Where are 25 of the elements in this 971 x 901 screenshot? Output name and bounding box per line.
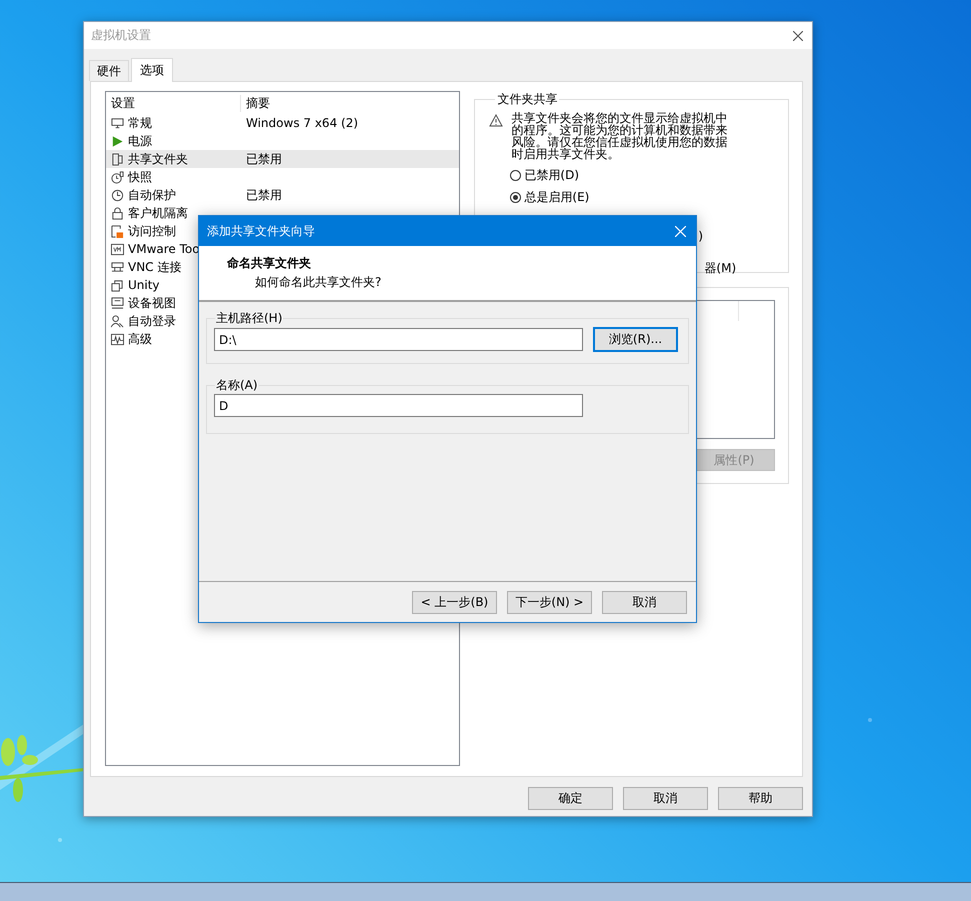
window-title: 虚拟机设置 bbox=[91, 27, 151, 44]
setting-name: Unity bbox=[128, 278, 160, 292]
setting-name: 快照 bbox=[128, 168, 152, 186]
setting-name: 常规 bbox=[128, 114, 152, 132]
setting-name: 高级 bbox=[128, 330, 152, 348]
warning-text: 共享文件夹会将您的文件显示给虚拟机中的程序。这可能为您的计算机和数据带来风险。请仅在您信任虚拟机使用您的数据时启用共享文件夹。 bbox=[511, 112, 728, 160]
setting-name: 客户机隔离 bbox=[128, 204, 188, 222]
group-title: 文件夹共享 bbox=[496, 91, 558, 108]
setting-name: 共享文件夹 bbox=[128, 150, 188, 168]
field-label: 主机路径(H) bbox=[215, 310, 284, 327]
setting-summary: 已禁用 bbox=[245, 186, 282, 204]
setting-name: 设备视图 bbox=[128, 294, 176, 312]
field-label: 名称(A) bbox=[215, 377, 259, 394]
wizard-subheading: 如何命名此共享文件夹? bbox=[254, 274, 382, 291]
setting-summary: Windows 7 x64 (2) bbox=[245, 116, 358, 130]
dialog-title: 添加共享文件夹向导 bbox=[207, 222, 315, 240]
setting-name: 自动登录 bbox=[128, 312, 176, 330]
setting-name: 自动保护 bbox=[128, 186, 176, 204]
wizard-heading: 命名共享文件夹 bbox=[227, 255, 312, 272]
setting-name: 电源 bbox=[128, 132, 152, 150]
option-label: 器(M) bbox=[704, 260, 736, 277]
option-label: ) bbox=[698, 229, 704, 243]
setting-name: 访问控制 bbox=[128, 222, 176, 240]
setting-name: VNC 连接 bbox=[128, 258, 182, 276]
setting-summary: 已禁用 bbox=[245, 150, 282, 168]
